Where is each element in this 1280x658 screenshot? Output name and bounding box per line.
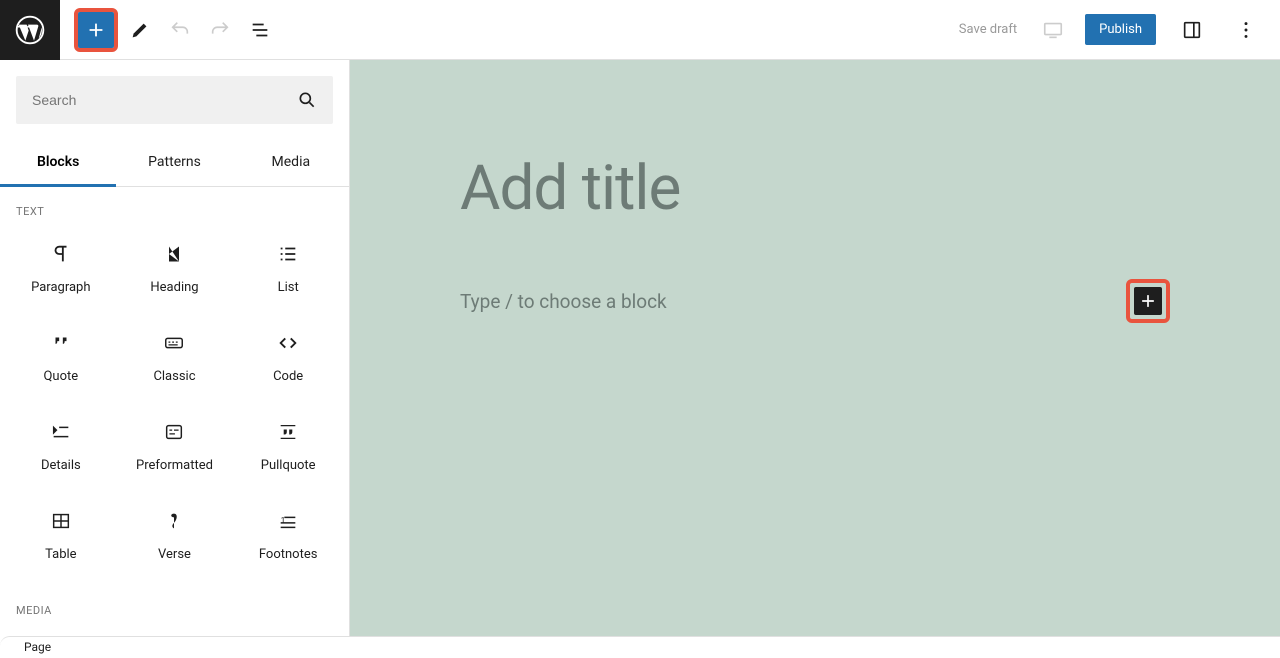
block-paragraph[interactable]: Paragraph <box>4 226 118 315</box>
title-placeholder[interactable]: Add title <box>460 155 1170 223</box>
save-draft-button[interactable]: Save draft <box>959 22 1017 37</box>
block-quote[interactable]: Quote <box>4 315 118 404</box>
block-code[interactable]: Code <box>231 315 345 404</box>
block-verse[interactable]: Verse <box>118 493 232 582</box>
document-overview-icon[interactable] <box>242 12 278 48</box>
breadcrumb-item[interactable]: Page <box>24 640 51 654</box>
toggle-inserter-button[interactable] <box>78 12 114 48</box>
top-toolbar: Save draft Publish <box>0 0 1280 60</box>
block-details[interactable]: Details <box>4 404 118 493</box>
add-block-inline-button[interactable] <box>1134 287 1162 315</box>
block-pullquote[interactable]: Pullquote <box>231 404 345 493</box>
preview-icon[interactable] <box>1035 12 1071 48</box>
add-block-highlight <box>74 8 118 52</box>
preformatted-icon <box>162 420 186 444</box>
list-icon <box>276 242 300 266</box>
tab-media[interactable]: Media <box>233 140 349 186</box>
tab-blocks[interactable]: Blocks <box>0 140 116 187</box>
block-preformatted[interactable]: Preformatted <box>118 404 232 493</box>
pullquote-icon <box>276 420 300 444</box>
footer-breadcrumb: Page <box>0 636 1280 658</box>
heading-icon <box>162 242 186 266</box>
code-icon <box>276 331 300 355</box>
classic-icon <box>162 331 186 355</box>
edit-tool-icon[interactable] <box>122 12 158 48</box>
body-placeholder[interactable]: Type / to choose a block <box>460 290 667 313</box>
block-inserter-panel: Blocks Patterns Media TEXT Paragraph Hea… <box>0 60 350 636</box>
section-title-text: TEXT <box>0 187 349 226</box>
tab-patterns[interactable]: Patterns <box>116 140 232 186</box>
inserter-tabs: Blocks Patterns Media <box>0 140 349 187</box>
body-row: Type / to choose a block <box>460 279 1170 323</box>
search-input[interactable] <box>32 92 260 108</box>
block-heading[interactable]: Heading <box>118 226 232 315</box>
verse-icon <box>162 509 186 533</box>
block-list[interactable]: List <box>231 226 345 315</box>
settings-sidebar-toggle-icon[interactable] <box>1174 12 1210 48</box>
section-title-media: MEDIA <box>0 586 349 625</box>
blocks-grid: Paragraph Heading List Quote <box>0 226 349 586</box>
paragraph-icon <box>49 242 73 266</box>
block-footnotes[interactable]: 1 Footnotes <box>231 493 345 582</box>
undo-icon[interactable] <box>162 12 198 48</box>
main-area: Blocks Patterns Media TEXT Paragraph Hea… <box>0 60 1280 636</box>
table-icon <box>49 509 73 533</box>
search-icon <box>297 90 317 110</box>
details-icon <box>49 420 73 444</box>
more-options-icon[interactable] <box>1228 12 1264 48</box>
block-table[interactable]: Table <box>4 493 118 582</box>
publish-button[interactable]: Publish <box>1085 14 1156 45</box>
toolbar-left <box>0 0 278 59</box>
toolbar-right: Save draft Publish <box>959 12 1280 48</box>
redo-icon[interactable] <box>202 12 238 48</box>
editor-canvas[interactable]: Add title Type / to choose a block <box>350 60 1280 636</box>
block-classic[interactable]: Classic <box>118 315 232 404</box>
search-box[interactable] <box>16 76 333 124</box>
inline-add-highlight <box>1126 279 1170 323</box>
quote-icon <box>49 331 73 355</box>
wordpress-logo[interactable] <box>0 0 60 60</box>
footnotes-icon: 1 <box>276 509 300 533</box>
